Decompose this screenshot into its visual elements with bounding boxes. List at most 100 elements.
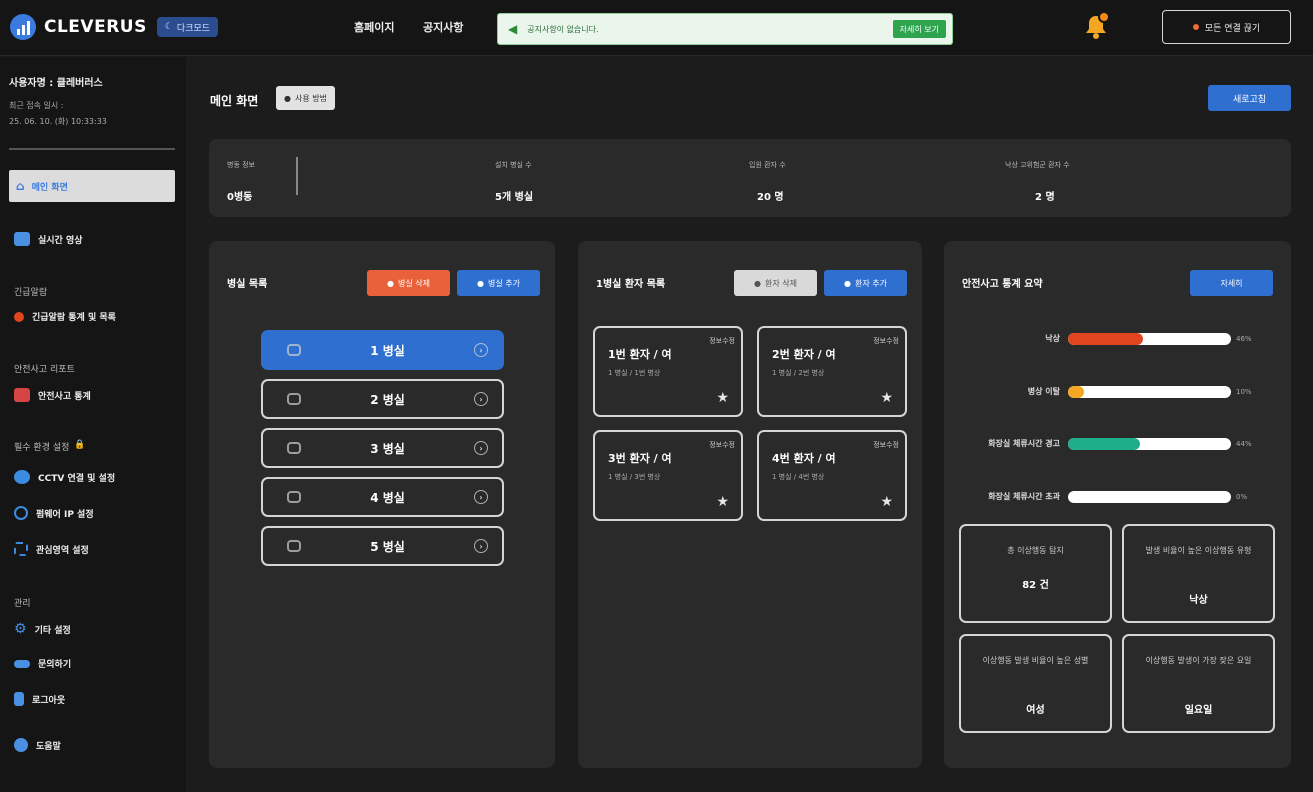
last-login-label: 최근 접속 일시 : — [9, 101, 64, 110]
minus-circle-icon: ● — [754, 278, 761, 288]
disconnect-all-button[interactable]: 모든 연결 끊기 — [1162, 10, 1291, 44]
sidebar-item-realtime[interactable]: 실시간 영상 — [14, 232, 83, 246]
bar-fill — [1068, 438, 1140, 450]
home-icon: ⌂ — [16, 179, 25, 193]
page-title: 메인 화면 — [210, 94, 259, 108]
patient-card[interactable]: 2번 환자 / 여 정보수정 1 병실 / 2번 병상 ★ — [757, 326, 907, 417]
sidebar-item-roi[interactable]: 관심영역 설정 — [14, 542, 89, 556]
accident-summary-title: 안전사고 통계 요약 — [962, 279, 1043, 290]
nav-homepage[interactable]: 홈페이지 — [354, 19, 394, 35]
accident-detail-button[interactable]: 자세히 — [1190, 270, 1273, 296]
stat-value: 20 명 — [757, 192, 784, 203]
minus-circle-icon: ● — [387, 278, 394, 288]
lock-icon: 🔒 — [74, 440, 86, 450]
add-room-button[interactable]: ● 병실 추가 — [457, 270, 540, 296]
app-root: CLEVERUS ☾ 다크모드 홈페이지 공지사항 ◀ 공지사항이 없습니다. 자… — [0, 0, 1313, 792]
card-value: 낙상 — [1189, 595, 1208, 606]
help-icon — [14, 738, 28, 752]
bar-track — [1068, 386, 1231, 398]
room-item[interactable]: 1 병실 › — [261, 330, 504, 370]
howto-button[interactable]: ● 사용 방법 — [276, 86, 335, 110]
patient-card[interactable]: 3번 환자 / 여 정보수정 1 병실 / 3번 병상 ★ — [593, 430, 743, 521]
bar-label: 병상 이탈 — [1027, 387, 1060, 396]
edit-info-link[interactable]: 정보수정 — [709, 336, 735, 346]
notice-text: 공지사항이 없습니다. — [527, 24, 599, 34]
sidebar-item-firmware-ip[interactable]: 펌웨어 IP 설정 — [14, 506, 94, 520]
camera-icon — [14, 470, 30, 484]
notification-badge — [1098, 11, 1110, 23]
bell-icon[interactable] — [1084, 11, 1110, 41]
stat-label: 설치 병실 수 — [495, 161, 532, 169]
star-icon[interactable]: ★ — [716, 494, 729, 510]
edit-info-link[interactable]: 정보수정 — [873, 440, 899, 450]
summary-card: 발생 비율이 높은 이상행동 유형 낙상 — [1122, 524, 1275, 623]
brand[interactable]: CLEVERUS ☾ 다크모드 — [10, 14, 219, 40]
room-item[interactable]: 5 병실 › — [261, 526, 504, 566]
sidebar: 사용자명 : 클레버러스 최근 접속 일시 : 25. 06. 10. (화) … — [0, 57, 186, 792]
patient-name: 3번 환자 / 여 — [608, 452, 672, 465]
star-icon[interactable]: ★ — [716, 390, 729, 406]
sidebar-item-emergency-stats[interactable]: 긴급알람 통계 및 목록 — [14, 310, 116, 323]
delete-patient-button[interactable]: ● 환자 삭제 — [734, 270, 817, 296]
last-login-time: 25. 06. 10. (화) 10:33:33 — [9, 117, 107, 126]
arrow-right-icon: › — [473, 392, 488, 406]
notice-detail-button[interactable]: 자세히 보기 — [892, 20, 946, 38]
card-label: 총 이상행동 탐지 — [1007, 546, 1064, 555]
arrow-right-icon: › — [473, 441, 488, 455]
sidebar-item-accident-stats[interactable]: 안전사고 통계 — [14, 388, 91, 402]
card-label: 발생 비율이 높은 이상행동 유형 — [1145, 546, 1252, 555]
refresh-button[interactable]: 새로고침 — [1208, 85, 1291, 111]
patient-bed: 1 병실 / 1번 병상 — [608, 369, 661, 377]
section-report: 안전사고 리포트 — [14, 365, 75, 375]
help-circle-icon: ● — [284, 93, 291, 103]
room-item[interactable]: 4 병실 › — [261, 477, 504, 517]
sidebar-item-cctv[interactable]: CCTV 연결 및 설정 — [14, 470, 115, 484]
stat-value: 5개 병실 — [495, 192, 534, 203]
sidebar-item-main[interactable]: ⌂ 메인 화면 — [9, 170, 175, 202]
plus-circle-icon: ● — [844, 278, 851, 288]
room-item[interactable]: 2 병실 › — [261, 379, 504, 419]
room-list-panel: 병실 목록 ● 병실 삭제 ● 병실 추가 1 병실 › 2 병실 › 3 병실 › 4 … — [209, 241, 555, 768]
sidebar-item-logout[interactable]: 로그아웃 — [14, 692, 65, 706]
room-item[interactable]: 3 병실 › — [261, 428, 504, 468]
section-emergency: 긴급알람 — [14, 288, 48, 298]
nav-notices[interactable]: 공지사항 — [423, 19, 463, 35]
sidebar-item-inquiry[interactable]: 문의하기 — [14, 657, 71, 670]
add-patient-button[interactable]: ● 환자 추가 — [824, 270, 907, 296]
sidebar-item-other-settings[interactable]: ⚙ 기타 설정 — [14, 621, 71, 637]
patient-name: 4번 환자 / 여 — [772, 452, 836, 465]
arrow-right-icon: › — [473, 490, 488, 504]
main-content: 메인 화면 ● 사용 방법 새로고침 병동 정보 0병동 설치 병실 수 5개 … — [186, 57, 1313, 792]
summary-card: 이상행동 발생이 가장 잦은 요일 일요일 — [1122, 634, 1275, 733]
bed-icon — [287, 442, 301, 454]
top-bar: CLEVERUS ☾ 다크모드 홈페이지 공지사항 ◀ 공지사항이 없습니다. 자… — [0, 0, 1313, 56]
patient-card[interactable]: 1번 환자 / 여 정보수정 1 병실 / 1번 병상 ★ — [593, 326, 743, 417]
bar-percent: 46% — [1236, 335, 1252, 343]
stat-value: 0병동 — [227, 192, 253, 203]
monitor-icon — [14, 232, 30, 246]
bar-percent: 10% — [1236, 388, 1252, 396]
moon-icon: ☾ — [164, 22, 173, 32]
summary-card: 이상행동 발생 비율이 높은 성별 여성 — [959, 634, 1112, 733]
star-icon[interactable]: ★ — [880, 390, 893, 406]
megaphone-icon: ◀ — [508, 22, 518, 36]
stat-label: 입원 환자 수 — [749, 161, 786, 169]
bed-icon — [287, 540, 301, 552]
patient-bed: 1 병실 / 2번 병상 — [772, 369, 825, 377]
card-value: 여성 — [1026, 705, 1045, 716]
location-icon — [14, 506, 28, 520]
dark-mode-toggle[interactable]: ☾ 다크모드 — [156, 17, 219, 37]
stats-summary: 병동 정보 0병동 설치 병실 수 5개 병실 입원 환자 수 20 명 낙상 … — [209, 139, 1291, 217]
bar-fill — [1068, 386, 1085, 398]
bar-track — [1068, 491, 1231, 503]
patient-card[interactable]: 4번 환자 / 여 정보수정 1 병실 / 4번 병상 ★ — [757, 430, 907, 521]
bed-icon — [287, 491, 301, 503]
delete-room-button[interactable]: ● 병실 삭제 — [367, 270, 450, 296]
siren-icon — [14, 311, 24, 322]
edit-info-link[interactable]: 정보수정 — [709, 440, 735, 450]
edit-info-link[interactable]: 정보수정 — [873, 336, 899, 346]
patient-name: 2번 환자 / 여 — [772, 348, 836, 361]
star-icon[interactable]: ★ — [880, 494, 893, 510]
stat-label: 병동 정보 — [227, 161, 255, 169]
sidebar-item-help[interactable]: 도움말 — [14, 738, 61, 752]
